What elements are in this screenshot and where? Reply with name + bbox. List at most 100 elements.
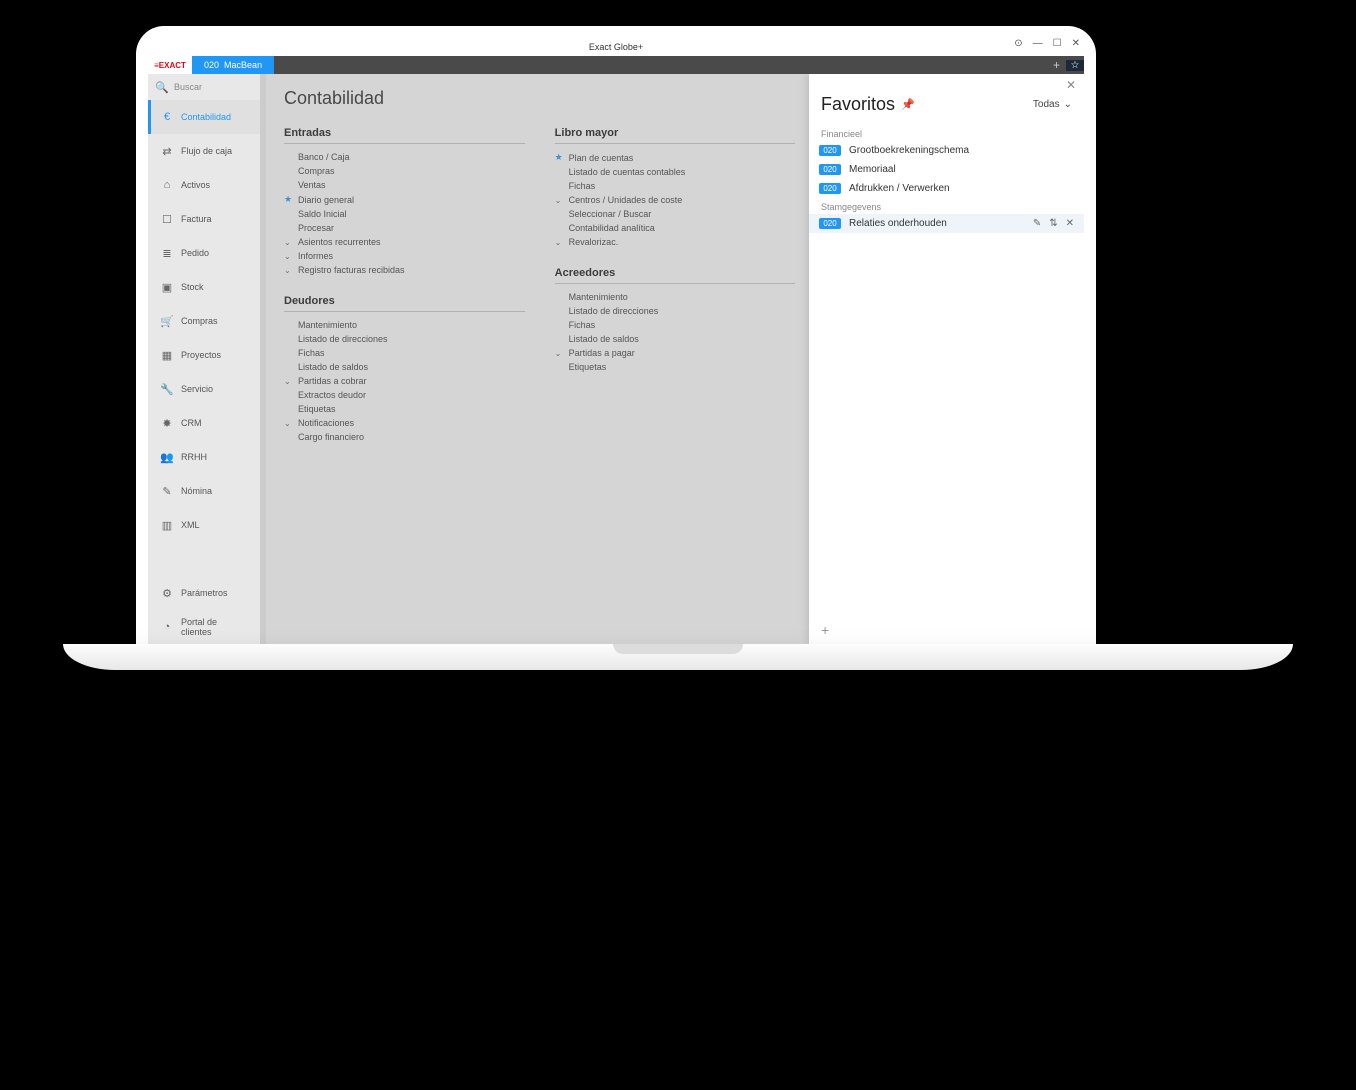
shadow [150,840,1090,930]
favorites-close-button[interactable]: ✕ [1066,78,1076,92]
sidebar-item-icon: ▥ [161,519,173,531]
sidebar-item-label: Parámetros [181,588,228,598]
sidebar-item-icon: ✎ [161,485,173,497]
favorite-item[interactable]: 020 Relaties onderhouden ✎ ⇅ ✕ [809,214,1084,233]
favorites-toggle[interactable]: ☆ [1066,60,1084,71]
sidebar-item-pedido[interactable]: ≣ Pedido [148,236,260,270]
main-row: 🔍 Buscar € Contabilidad ⇄ Flujo de caja ⌂ Act… [148,74,1084,644]
sidebar-item-label: Activos [181,180,210,190]
favorite-item[interactable]: 020 Grootboekrekeningschema [809,141,1084,160]
favorites-panel: ✕ Favoritos 📌 Todas ⌄ Financieel 020 Groot… [809,74,1084,644]
sidebar-item-compras[interactable]: 🛒 Compras [148,304,260,338]
sidebar-item-xml[interactable]: ▥ XML [148,508,260,542]
app-logo: ≡EXACT [148,56,192,74]
sidebar-item-label: Nómina [181,486,212,496]
sidebar-item-icon: ◔ [161,621,173,633]
sidebar-item-rrhh[interactable]: 👥 RRHH [148,440,260,474]
sidebar-item-factura[interactable]: ☐ Factura [148,202,260,236]
sidebar-item-icon: ⇄ [161,145,173,157]
favorites-group-label: Financieel [809,125,1084,141]
minimize-button[interactable]: — [1033,38,1043,49]
sidebar-item-label: XML [181,520,200,530]
sidebar-item-icon: € [161,111,173,123]
favorites-list: Financieel 020 Grootboekrekeningschema 020 M… [809,125,1084,233]
shadow [70,720,1170,840]
move-icon[interactable]: ⇅ [1049,218,1057,229]
company-badge: 020 [819,145,841,156]
edit-icon[interactable]: ✎ [1033,218,1041,229]
sidebar: 🔍 Buscar € Contabilidad ⇄ Flujo de caja ⌂ Act… [148,74,260,644]
sidebar-item-label: Proyectos [181,350,221,360]
window-title: Exact Globe+ [589,42,643,52]
shadow [160,900,260,970]
sidebar-item-icon: 👥 [161,451,173,463]
sidebar-item-flujo-de-caja[interactable]: ⇄ Flujo de caja [148,134,260,168]
sidebar-item-icon: ▣ [161,281,173,293]
sidebar-item-label: Flujo de caja [181,146,232,156]
favorite-item[interactable]: 020 Afdrukken / Verwerken [809,179,1084,198]
sidebar-item-icon: ▦ [161,349,173,361]
shadow [980,900,1080,970]
sidebar-bottom-list: ⚙ Parámetros ◔ Portal de clientes [148,576,260,644]
chevron-down-icon: ⌄ [1064,99,1072,110]
sidebar-item-icon: 🛒 [161,315,173,327]
maximize-button[interactable]: ☐ [1053,38,1062,49]
favorites-group-label: Stamgegevens [809,198,1084,214]
sidebar-item-portal-de-clientes[interactable]: ◔ Portal de clientes [148,610,260,644]
sidebar-item-label: RRHH [181,452,207,462]
search-row[interactable]: 🔍 Buscar [148,74,260,100]
company-tab[interactable]: 020 MacBean [192,56,274,74]
sidebar-item-label: Compras [181,316,218,326]
sidebar-item-icon: ✸ [161,417,173,429]
sidebar-item-parámetros[interactable]: ⚙ Parámetros [148,576,260,610]
favorites-filter-dropdown[interactable]: Todas ⌄ [1033,99,1072,110]
sidebar-item-icon: ≣ [161,247,173,259]
favorite-label: Afdrukken / Verwerken [849,183,950,194]
sidebar-item-icon: ⌂ [161,179,173,191]
sidebar-item-label: Pedido [181,248,209,258]
pin-icon[interactable]: 📌 [901,98,915,111]
favorites-add-button[interactable]: + [821,622,829,638]
sidebar-item-icon: 🔧 [161,383,173,395]
window-controls: ⊙ — ☐ ✕ [1014,38,1080,49]
sidebar-item-crm[interactable]: ✸ CRM [148,406,260,440]
search-icon: 🔍 [156,81,168,93]
app-screen: Exact Globe+ ⊙ — ☐ ✕ ≡EXACT 020 MacBean … [148,38,1084,644]
sidebar-item-label: Servicio [181,384,213,394]
company-badge: 020 [819,183,841,194]
favorite-item[interactable]: 020 Memoriaal [809,160,1084,179]
company-badge: 020 [819,218,841,229]
sidebar-main-list: € Contabilidad ⇄ Flujo de caja ⌂ Activos ☐ Fact… [148,100,260,576]
content-area: Contabilidad EntradasBanco / CajaCompras… [266,74,1084,644]
tab-bar: ≡EXACT 020 MacBean + ☆ [148,56,1084,74]
window-titlebar: Exact Globe+ ⊙ — ☐ ✕ [148,38,1084,56]
favorites-filter-label: Todas [1033,99,1060,110]
company-badge: 020 [819,164,841,175]
tab-name: MacBean [224,60,262,70]
remove-icon[interactable]: ✕ [1066,218,1074,229]
laptop-notch [613,644,743,654]
favorites-title: Favoritos [821,94,895,115]
help-icon[interactable]: ⊙ [1014,38,1022,49]
favorite-label: Grootboekrekeningschema [849,145,969,156]
search-placeholder: Buscar [174,82,202,92]
close-button[interactable]: ✕ [1072,38,1080,49]
sidebar-item-label: Stock [181,282,204,292]
tab-code: 020 [204,60,219,70]
laptop-frame: Exact Globe+ ⊙ — ☐ ✕ ≡EXACT 020 MacBean … [136,26,1096,644]
favorite-label: Memoriaal [849,164,896,175]
sidebar-item-icon: ☐ [161,213,173,225]
sidebar-item-icon: ⚙ [161,587,173,599]
sidebar-item-servicio[interactable]: 🔧 Servicio [148,372,260,406]
sidebar-item-label: CRM [181,418,202,428]
sidebar-item-proyectos[interactable]: ▦ Proyectos [148,338,260,372]
sidebar-item-nómina[interactable]: ✎ Nómina [148,474,260,508]
favorite-label: Relaties onderhouden [849,218,947,229]
sidebar-item-stock[interactable]: ▣ Stock [148,270,260,304]
add-tab-button[interactable]: + [1047,58,1066,72]
sidebar-item-label: Contabilidad [181,112,231,122]
sidebar-item-activos[interactable]: ⌂ Activos [148,168,260,202]
sidebar-item-contabilidad[interactable]: € Contabilidad [148,100,260,134]
sidebar-item-label: Portal de clientes [181,617,250,637]
sidebar-item-label: Factura [181,214,212,224]
